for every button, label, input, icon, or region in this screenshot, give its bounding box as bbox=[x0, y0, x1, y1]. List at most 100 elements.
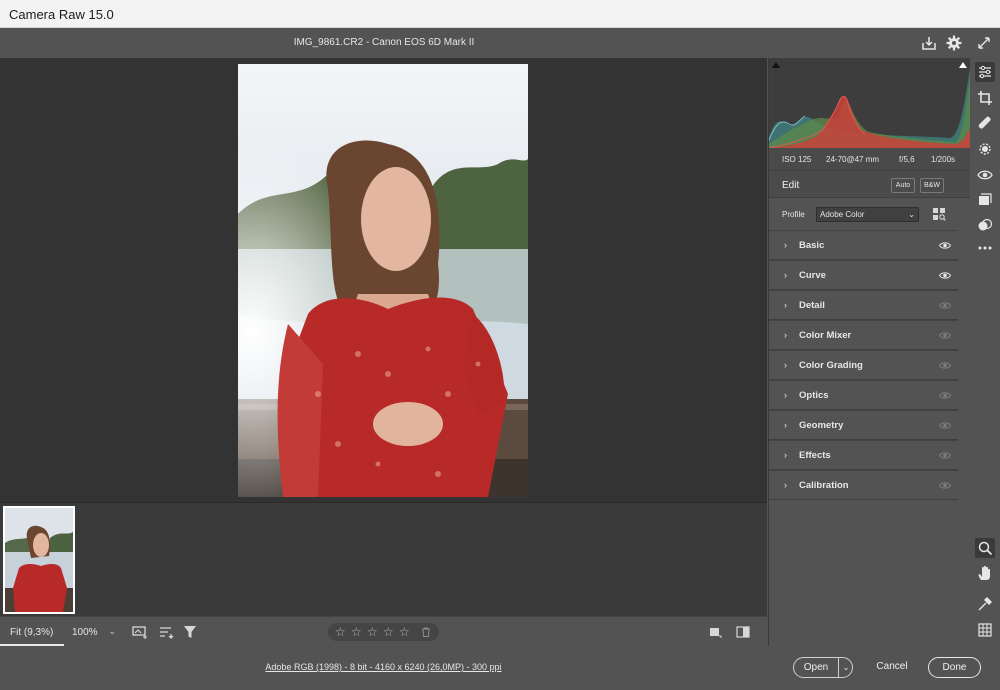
zoom-tool-icon[interactable] bbox=[975, 538, 995, 558]
eye-icon[interactable] bbox=[939, 421, 951, 430]
section-color-grading[interactable]: › Color Grading bbox=[769, 350, 958, 380]
profile-label: Profile bbox=[782, 210, 805, 219]
snapshots-icon[interactable] bbox=[975, 190, 995, 210]
color-sampler-icon[interactable] bbox=[975, 594, 995, 614]
masking-icon[interactable] bbox=[975, 139, 995, 159]
more-options-icon[interactable] bbox=[975, 238, 995, 258]
chevron-right-icon: › bbox=[784, 450, 787, 460]
open-button[interactable]: Open ⌄ bbox=[793, 657, 853, 678]
before-after-icon[interactable] bbox=[735, 624, 751, 640]
eye-icon[interactable] bbox=[939, 451, 951, 460]
histogram bbox=[769, 58, 970, 148]
chevron-down-icon: ⌄ bbox=[908, 210, 915, 219]
section-label: Effects bbox=[799, 450, 831, 461]
section-label: Detail bbox=[799, 300, 825, 311]
chevron-right-icon: › bbox=[784, 390, 787, 400]
presets-icon[interactable] bbox=[975, 215, 995, 235]
edit-title: Edit bbox=[782, 180, 800, 191]
eye-icon[interactable] bbox=[939, 361, 951, 370]
profile-row: Profile Adobe Color ⌄ bbox=[769, 198, 970, 230]
edit-header: Edit Auto B&W bbox=[769, 170, 970, 198]
chevron-right-icon: › bbox=[784, 360, 787, 370]
view-bar: Fit (9,3%) 100% ⌄ ☆ ☆ ☆ ☆ ☆ bbox=[0, 616, 767, 646]
star-icon[interactable]: ☆ bbox=[399, 625, 410, 639]
exif-info: ISO 125 24-70@47 mm f/5,6 1/200s bbox=[769, 148, 970, 170]
filmstrip bbox=[0, 502, 767, 616]
auto-button[interactable]: Auto bbox=[891, 178, 915, 193]
fullscreen-icon[interactable] bbox=[975, 34, 993, 52]
profile-select[interactable]: Adobe Color ⌄ bbox=[816, 207, 919, 222]
red-eye-icon[interactable] bbox=[975, 165, 995, 185]
status-bar: Adobe RGB (1998) - 8 bit - 4160 x 6240 (… bbox=[0, 646, 1000, 690]
section-calibration[interactable]: › Calibration bbox=[769, 470, 958, 500]
eye-icon[interactable] bbox=[939, 301, 951, 310]
bw-button[interactable]: B&W bbox=[920, 178, 944, 193]
zoom-level-value: 100% bbox=[72, 627, 98, 638]
section-color-mixer[interactable]: › Color Mixer bbox=[769, 320, 958, 350]
chevron-right-icon: › bbox=[784, 480, 787, 490]
zoom-level-select[interactable]: 100% ⌄ bbox=[64, 617, 120, 646]
tool-strip bbox=[970, 58, 1000, 646]
sort-icon[interactable] bbox=[158, 624, 174, 640]
eye-icon[interactable] bbox=[939, 391, 951, 400]
filmstrip-thumbnail[interactable] bbox=[3, 506, 75, 614]
section-detail[interactable]: › Detail bbox=[769, 290, 958, 320]
workflow-options-link[interactable]: Adobe RGB (1998) - 8 bit - 4160 x 6240 (… bbox=[0, 662, 767, 672]
healing-brush-icon[interactable] bbox=[975, 113, 995, 133]
camera-raw-window: Camera Raw 15.0 IMG_9861.CR2 - Canon EOS… bbox=[0, 0, 1000, 690]
aperture-value: f/5,6 bbox=[899, 155, 915, 164]
shadow-clipping-icon[interactable] bbox=[771, 60, 781, 70]
image-canvas[interactable] bbox=[0, 58, 767, 502]
section-label: Optics bbox=[799, 390, 829, 401]
section-label: Geometry bbox=[799, 420, 844, 431]
chevron-right-icon: › bbox=[784, 270, 787, 280]
section-optics[interactable]: › Optics bbox=[769, 380, 958, 410]
photo-preview bbox=[238, 64, 528, 497]
profile-value: Adobe Color bbox=[820, 210, 865, 219]
grid-overlay-icon[interactable] bbox=[975, 620, 995, 640]
edit-panel: ISO 125 24-70@47 mm f/5,6 1/200s Edit Au… bbox=[768, 58, 970, 646]
filter-icon[interactable] bbox=[182, 624, 198, 640]
eye-icon[interactable] bbox=[939, 271, 951, 280]
chevron-down-icon: ⌄ bbox=[108, 626, 116, 636]
star-icon[interactable]: ☆ bbox=[351, 625, 362, 639]
iso-value: ISO 125 bbox=[782, 155, 812, 164]
star-icon[interactable]: ☆ bbox=[383, 625, 394, 639]
section-label: Basic bbox=[799, 240, 825, 251]
filmstrip-options-icon[interactable] bbox=[132, 624, 148, 640]
crop-icon[interactable] bbox=[975, 88, 995, 108]
hand-tool-icon[interactable] bbox=[975, 564, 995, 584]
trash-icon[interactable] bbox=[420, 626, 432, 638]
chevron-down-icon[interactable]: ⌄ bbox=[839, 658, 853, 677]
chevron-right-icon: › bbox=[784, 240, 787, 250]
save-image-icon[interactable] bbox=[920, 34, 938, 52]
single-view-icon[interactable] bbox=[707, 624, 723, 640]
fit-zoom-button[interactable]: Fit (9,3%) bbox=[0, 617, 64, 646]
eye-icon[interactable] bbox=[939, 241, 951, 250]
section-geometry[interactable]: › Geometry bbox=[769, 410, 958, 440]
shutter-value: 1/200s bbox=[931, 155, 956, 164]
open-button-label: Open bbox=[803, 662, 829, 673]
profile-browser-icon[interactable] bbox=[932, 207, 946, 221]
star-icon[interactable]: ☆ bbox=[335, 625, 346, 639]
gear-icon[interactable] bbox=[945, 34, 963, 52]
highlight-clipping-icon[interactable] bbox=[958, 60, 968, 70]
edit-sliders-icon[interactable] bbox=[975, 62, 995, 82]
section-basic[interactable]: › Basic bbox=[769, 230, 958, 260]
section-curve[interactable]: › Curve bbox=[769, 260, 958, 290]
window-title: Camera Raw 15.0 bbox=[9, 7, 114, 22]
top-bar: IMG_9861.CR2 - Canon EOS 6D Mark II bbox=[0, 28, 1000, 58]
chevron-right-icon: › bbox=[784, 420, 787, 430]
eye-icon[interactable] bbox=[939, 481, 951, 490]
title-bar: Camera Raw 15.0 bbox=[0, 0, 1000, 28]
section-label: Color Grading bbox=[799, 360, 863, 371]
section-label: Color Mixer bbox=[799, 330, 852, 341]
chevron-right-icon: › bbox=[784, 330, 787, 340]
chevron-right-icon: › bbox=[784, 300, 787, 310]
star-icon[interactable]: ☆ bbox=[367, 625, 378, 639]
lens-value: 24-70@47 mm bbox=[826, 155, 880, 164]
done-button[interactable]: Done bbox=[928, 657, 981, 678]
eye-icon[interactable] bbox=[939, 331, 951, 340]
cancel-button[interactable]: Cancel bbox=[866, 657, 918, 678]
section-effects[interactable]: › Effects bbox=[769, 440, 958, 470]
